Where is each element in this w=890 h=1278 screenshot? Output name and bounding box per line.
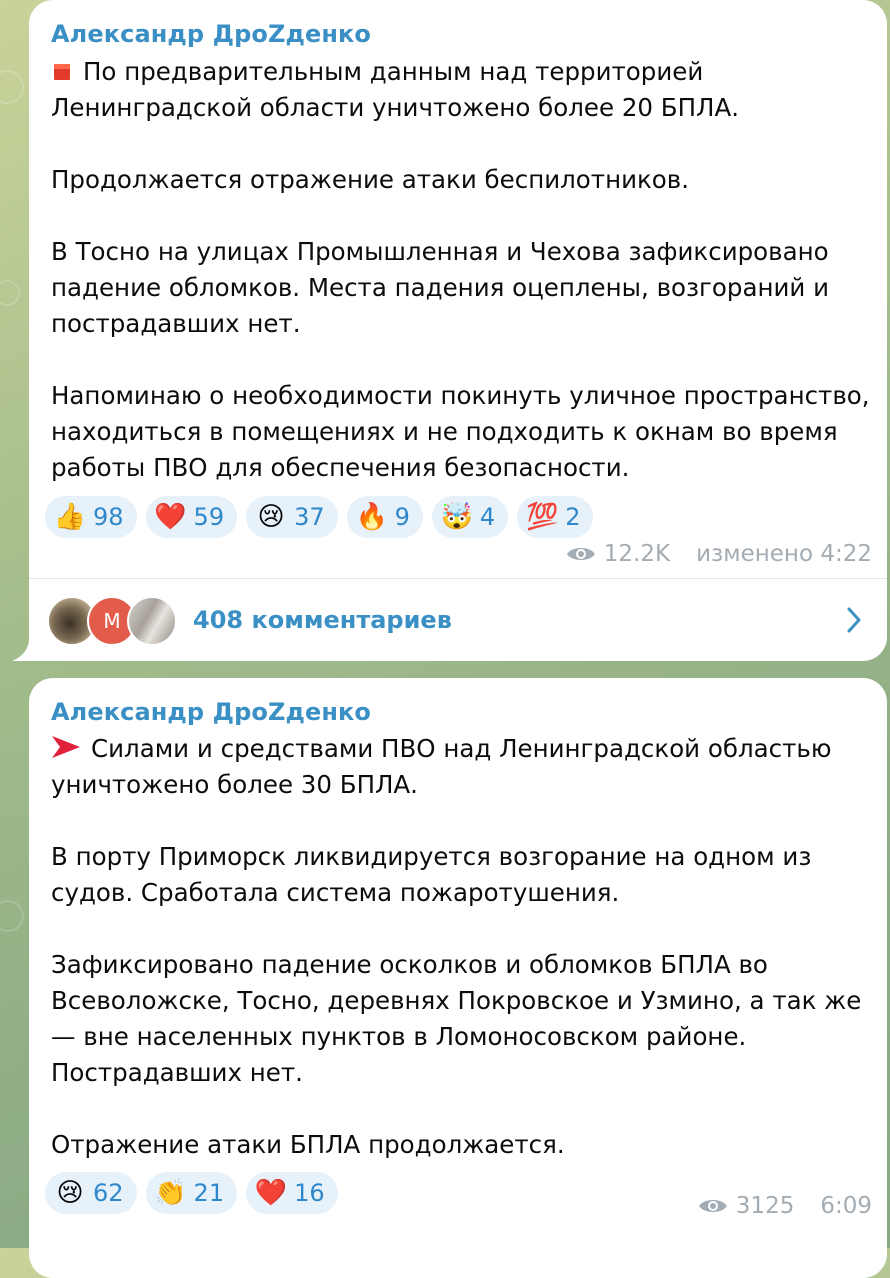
red-arrow-icon bbox=[52, 736, 80, 758]
post-paragraph: Зафиксировано падение осколков и обломко… bbox=[51, 950, 862, 1087]
reaction-count: 62 bbox=[93, 1179, 124, 1207]
reaction-clapping[interactable]: 👏 21 bbox=[145, 1172, 238, 1214]
reaction-count: 16 bbox=[294, 1179, 325, 1207]
comments-count-label: 408 комментариев bbox=[193, 606, 452, 634]
clapping-hands-icon: 👏 bbox=[154, 1178, 187, 1208]
reactions-bar: 😢 62 👏 21 ❤️ 16 bbox=[45, 1172, 338, 1214]
post-paragraph: Силами и средствами ПВО над Ленинградско… bbox=[51, 734, 832, 799]
chevron-right-icon bbox=[847, 607, 861, 633]
reaction-heart[interactable]: ❤️ 16 bbox=[246, 1172, 338, 1214]
crying-face-icon: 😢 bbox=[56, 1178, 84, 1208]
post-time: 6:09 bbox=[820, 1193, 872, 1219]
comments-button[interactable]: М 408 комментариев bbox=[29, 579, 887, 661]
avatar bbox=[127, 596, 177, 646]
eye-icon bbox=[698, 1200, 727, 1212]
reaction-crying[interactable]: 😢 62 bbox=[45, 1172, 137, 1214]
view-count: 3125 bbox=[735, 1193, 795, 1219]
reaction-count: 21 bbox=[193, 1179, 225, 1207]
avatar-letter: М bbox=[103, 609, 121, 633]
background-pattern bbox=[0, 900, 24, 932]
post-paragraph: В порту Приморск ликвидируется возгорани… bbox=[51, 842, 812, 907]
post-paragraph: Отражение атаки БПЛА продолжается. bbox=[51, 1130, 565, 1159]
post-meta: 3125 6:09 bbox=[698, 1193, 872, 1219]
background-pattern bbox=[0, 280, 20, 306]
red-heart-icon: ❤️ bbox=[254, 1178, 288, 1208]
post-footer-area: М 408 комментариев bbox=[29, 0, 887, 661]
commenter-avatars: М bbox=[47, 596, 177, 646]
background-pattern bbox=[0, 70, 24, 104]
post-author[interactable]: Александр ДроZденко bbox=[51, 698, 371, 726]
post-text: Силами и средствами ПВО над Ленинградско… bbox=[51, 731, 873, 1163]
